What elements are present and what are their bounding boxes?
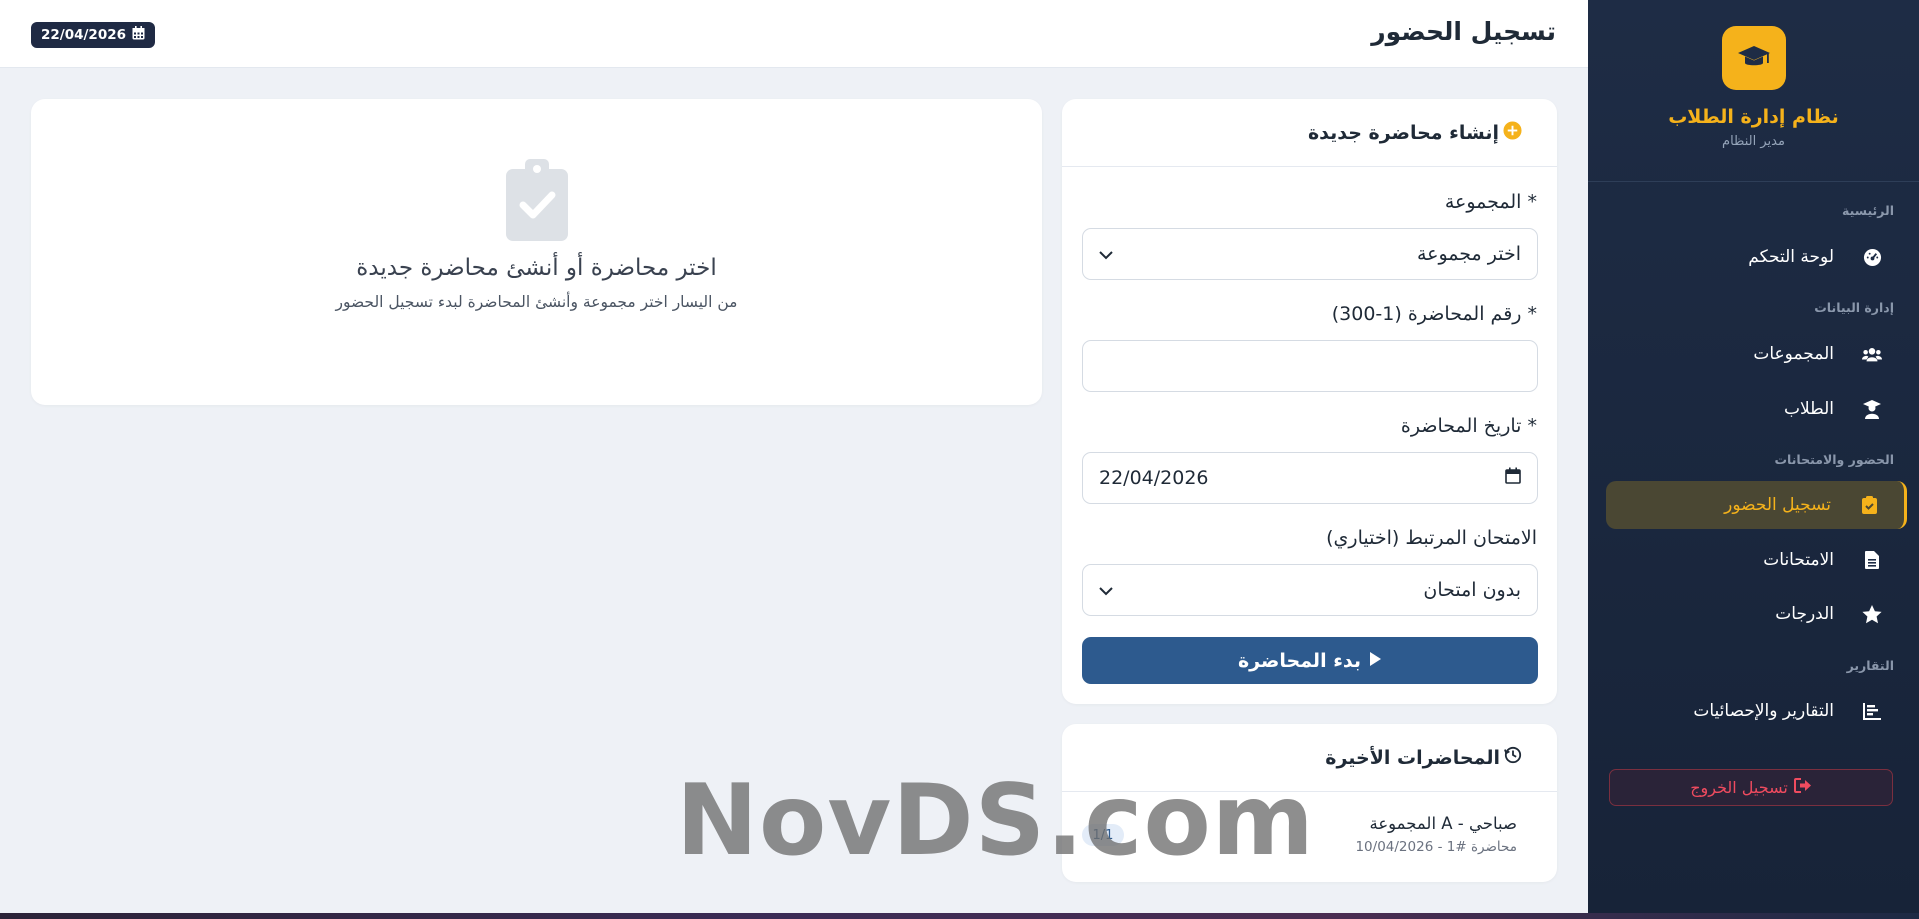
date-badge-text: 22/04/2026	[41, 27, 127, 43]
sidebar-item-label: الدرجات	[1775, 604, 1834, 624]
create-lecture-title: إنشاء محاضرة جديدة	[1307, 121, 1499, 144]
star-icon	[1862, 604, 1882, 624]
nav-section-attendance: الحضور والامتحانات	[1774, 452, 1894, 467]
recent-lectures-title: المحاضرات الأخيرة	[1325, 746, 1500, 769]
exam-select-value: بدون امتحان	[1423, 579, 1521, 601]
sidebar-item-dashboard[interactable]: لوحة التحكم	[1606, 233, 1907, 281]
lecture-number-input[interactable]	[1082, 340, 1538, 392]
sidebar-item-attendance[interactable]: تسجيل الحضور	[1606, 481, 1907, 529]
calendar-picker-icon[interactable]	[1505, 467, 1521, 489]
start-lecture-button[interactable]: بدء المحاضرة	[1082, 637, 1538, 684]
sidebar-item-label: الامتحانات	[1763, 550, 1834, 570]
group-select-value: اختر مجموعة	[1416, 243, 1521, 265]
sidebar-item-label: المجموعات	[1753, 344, 1834, 364]
sidebar-item-label: الطلاب	[1784, 399, 1834, 419]
create-lecture-card: إنشاء محاضرة جديدة المجموعة * اختر مجموع…	[1062, 99, 1557, 704]
recent-lecture-meta: محاضرة #1 - 10/04/2026	[1355, 839, 1517, 855]
nav-section-data: إدارة البيانات	[1814, 300, 1894, 315]
chevron-down-icon	[1099, 579, 1113, 601]
start-lecture-label: بدء المحاضرة	[1237, 649, 1362, 672]
calendar-icon	[132, 26, 145, 44]
sidebar-item-grades[interactable]: الدرجات	[1606, 590, 1907, 638]
lecture-date-label: تاريخ المحاضرة *	[1400, 415, 1537, 437]
exam-select[interactable]: بدون امتحان	[1082, 564, 1538, 616]
dashboard-gauge-icon	[1862, 247, 1882, 267]
student-icon	[1862, 399, 1882, 419]
watermark: NovDS.com	[676, 764, 1315, 878]
date-badge: 22/04/2026	[31, 22, 156, 48]
sidebar-item-label: لوحة التحكم	[1748, 247, 1834, 267]
nav-section-main: الرئيسية	[1842, 203, 1894, 218]
brand: نظام إدارة الطلاب مدير النظام	[1588, 0, 1919, 182]
empty-state-title: اختر محاضرة أو أنشئ محاضرة جديدة	[356, 255, 717, 281]
logout-button[interactable]: تسجيل الخروج	[1609, 769, 1893, 806]
chevron-down-icon	[1099, 243, 1113, 265]
group-select[interactable]: اختر مجموعة	[1082, 228, 1538, 280]
sidebar: نظام إدارة الطلاب مدير النظام الرئيسية ل…	[1588, 0, 1919, 919]
recent-lecture-item[interactable]: المجموعة A - صباحي محاضرة #1 - 10/04/202…	[1355, 814, 1517, 855]
brand-title: نظام إدارة الطلاب	[1668, 106, 1839, 128]
sidebar-item-students[interactable]: الطلاب	[1606, 385, 1907, 433]
lecture-number-label: رقم المحاضرة (1-300) *	[1331, 303, 1537, 325]
graduation-cap-icon	[1721, 26, 1786, 90]
create-lecture-header: إنشاء محاضرة جديدة	[1062, 99, 1557, 167]
bar-chart-icon	[1862, 701, 1882, 721]
sidebar-item-label: التقارير والإحصائيات	[1693, 701, 1834, 721]
taskbar-strip	[0, 913, 1919, 919]
empty-state-subtitle: من اليسار اختر مجموعة وأنشئ المحاضرة لبد…	[335, 293, 738, 311]
nav-section-reports: التقارير	[1846, 658, 1894, 673]
page-title: تسجيل الحضور	[1371, 17, 1556, 46]
file-text-icon	[1862, 550, 1882, 570]
empty-state: اختر محاضرة أو أنشئ محاضرة جديدة من اليس…	[31, 99, 1042, 311]
sidebar-item-groups[interactable]: المجموعات	[1606, 330, 1907, 378]
sign-out-icon	[1793, 778, 1812, 797]
brand-role: مدير النظام	[1722, 134, 1785, 149]
group-label: المجموعة *	[1444, 191, 1537, 213]
sidebar-item-label: تسجيل الحضور	[1724, 495, 1831, 515]
history-icon	[1504, 746, 1522, 769]
recent-lecture-group: المجموعة A - صباحي	[1369, 814, 1517, 833]
lecture-date-value: 22/04/2026	[1099, 467, 1209, 489]
clipboard-check-icon	[31, 159, 1042, 245]
play-icon	[1369, 650, 1382, 672]
clipboard-check-icon	[1859, 495, 1879, 515]
logout-label: تسجيل الخروج	[1690, 778, 1788, 797]
sidebar-item-exams[interactable]: الامتحانات	[1606, 536, 1907, 584]
top-bar: تسجيل الحضور 22/04/2026	[0, 0, 1588, 68]
exam-label: الامتحان المرتبط (اختياري)	[1326, 527, 1537, 549]
plus-circle-icon	[1503, 120, 1522, 145]
users-icon	[1862, 344, 1882, 364]
empty-state-card: اختر محاضرة أو أنشئ محاضرة جديدة من اليس…	[31, 99, 1042, 405]
lecture-date-input[interactable]: 22/04/2026	[1082, 452, 1538, 504]
sidebar-item-reports[interactable]: التقارير والإحصائيات	[1606, 687, 1907, 735]
